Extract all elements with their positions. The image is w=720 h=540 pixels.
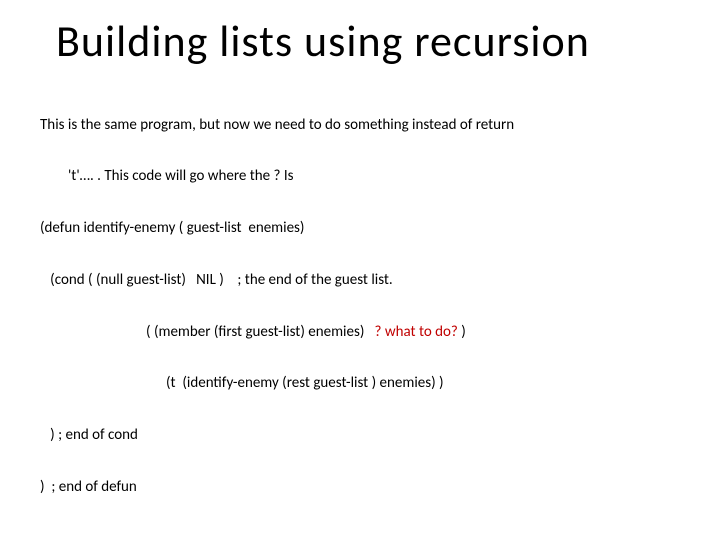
code-line-4: (t (identify-enemy (rest guest-list ) en…	[40, 375, 680, 392]
code-line-2: (cond ( (null guest-list) NIL ) ; the en…	[40, 272, 680, 289]
code-line-6: ) ; end of defun	[40, 479, 680, 496]
slide-title: Building lists using recursion	[40, 18, 680, 64]
code-line-1: (defun identify-enemy ( guest-list enemi…	[40, 220, 680, 237]
intro-line-2: 't'…. . This code will go where the ? Is	[40, 168, 680, 185]
slide: Building lists using recursion This is t…	[0, 0, 720, 540]
code-line-3c: )	[461, 323, 466, 341]
spacer	[40, 531, 680, 540]
code-line-5: ) ; end of cond	[40, 427, 680, 444]
code-line-3a: ( (member (first guest-list) enemies)	[146, 323, 375, 341]
code-line-3-highlight: ? what to do?	[375, 323, 462, 341]
code-line-3: ( (member (first guest-list) enemies) ? …	[40, 324, 680, 341]
intro-line-1: This is the same program, but now we nee…	[40, 117, 680, 134]
slide-body: This is the same program, but now we nee…	[40, 82, 680, 540]
